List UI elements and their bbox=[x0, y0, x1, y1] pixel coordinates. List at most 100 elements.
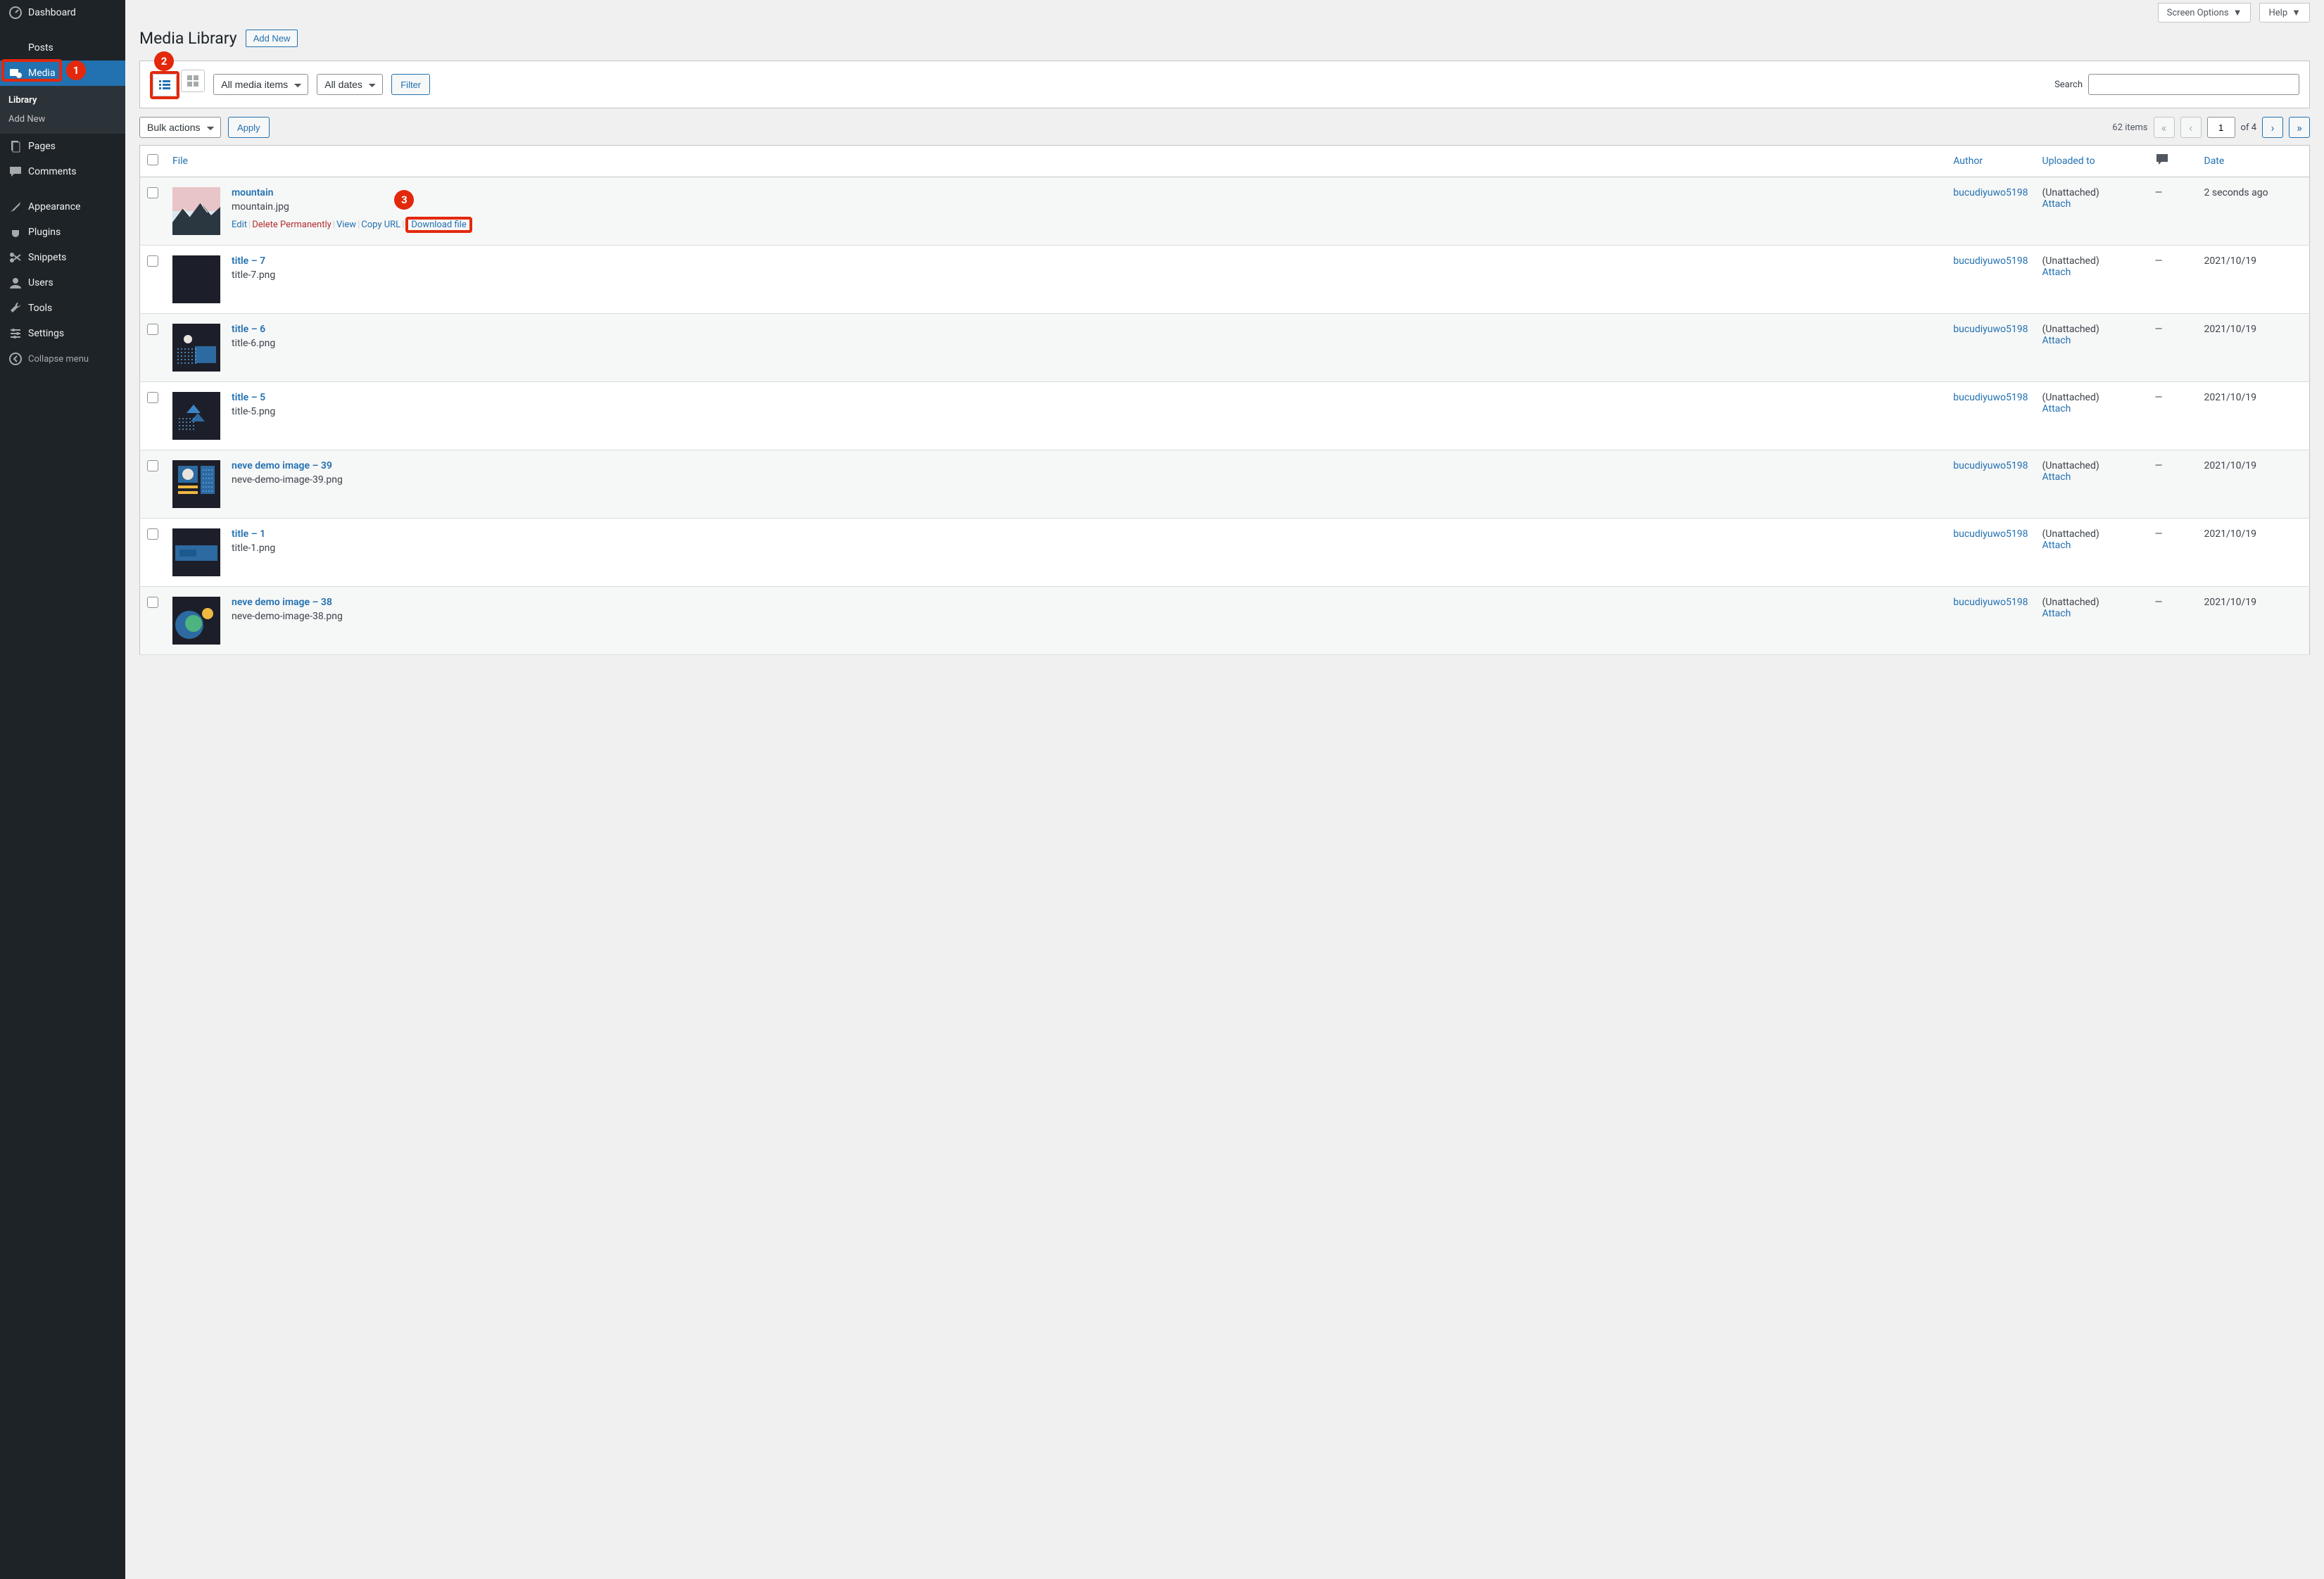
media-type-filter[interactable]: All media items bbox=[213, 74, 308, 95]
thumbnail[interactable] bbox=[172, 597, 220, 645]
sidebar-sub-library[interactable]: Library bbox=[0, 91, 125, 110]
unattached-label: (Unattached) bbox=[2042, 392, 2141, 403]
screen-options-tab[interactable]: Screen Options▼ bbox=[2158, 3, 2252, 23]
sidebar-label: Pages bbox=[28, 141, 56, 152]
collapse-icon bbox=[8, 352, 23, 366]
media-title-link[interactable]: neve demo image – 38 bbox=[232, 597, 343, 608]
sidebar-item-appearance[interactable]: Appearance bbox=[0, 194, 125, 220]
thumbnail[interactable] bbox=[172, 324, 220, 372]
author-link[interactable]: bucudiyuwo5198 bbox=[1953, 597, 2028, 608]
sidebar-label: Plugins bbox=[28, 227, 61, 238]
sidebar-collapse[interactable]: Collapse menu bbox=[0, 346, 125, 372]
admin-sidebar: Dashboard Posts 1 Media Library Add New … bbox=[0, 0, 125, 1579]
sidebar-label: Comments bbox=[28, 166, 77, 177]
items-count: 62 items bbox=[2112, 122, 2147, 133]
copy-url-link[interactable]: Copy URL bbox=[361, 220, 400, 230]
delete-link[interactable]: Delete Permanently bbox=[252, 220, 331, 230]
row-checkbox[interactable] bbox=[147, 324, 158, 335]
sidebar-label: Posts bbox=[28, 42, 53, 53]
row-checkbox[interactable] bbox=[147, 255, 158, 267]
sidebar-item-settings[interactable]: Settings bbox=[0, 321, 125, 346]
page-input[interactable] bbox=[2207, 117, 2235, 138]
callout-2: 2 bbox=[154, 51, 174, 71]
thumbnail[interactable] bbox=[172, 187, 220, 235]
help-label: Help bbox=[2268, 8, 2287, 18]
col-comments[interactable] bbox=[2148, 146, 2197, 177]
search-label: Search bbox=[2054, 80, 2083, 90]
attach-link[interactable]: Attach bbox=[2042, 471, 2071, 483]
attach-link[interactable]: Attach bbox=[2042, 267, 2071, 278]
media-title-link[interactable]: mountain bbox=[232, 187, 472, 198]
sidebar-label: Users bbox=[28, 277, 53, 288]
sidebar-item-users[interactable]: Users bbox=[0, 270, 125, 296]
thumbnail[interactable] bbox=[172, 460, 220, 508]
author-link[interactable]: bucudiyuwo5198 bbox=[1953, 255, 2028, 267]
col-file[interactable]: File bbox=[165, 146, 1946, 177]
apply-button[interactable]: Apply bbox=[228, 117, 270, 138]
attach-link[interactable]: Attach bbox=[2042, 608, 2071, 619]
prev-page-button[interactable]: ‹ bbox=[2180, 117, 2202, 138]
row-checkbox[interactable] bbox=[147, 597, 158, 608]
filter-button[interactable]: Filter bbox=[391, 74, 430, 95]
plug-icon bbox=[8, 225, 23, 239]
sidebar-sub-addnew[interactable]: Add New bbox=[0, 110, 125, 129]
help-tab[interactable]: Help▼ bbox=[2259, 3, 2310, 23]
chevron-down-icon: ▼ bbox=[2233, 7, 2242, 18]
media-title-link[interactable]: title – 6 bbox=[232, 324, 275, 335]
date-text: 2021/10/19 bbox=[2204, 255, 2257, 267]
author-link[interactable]: bucudiyuwo5198 bbox=[1953, 460, 2028, 471]
author-link[interactable]: bucudiyuwo5198 bbox=[1953, 187, 2028, 198]
bulk-actions-select[interactable]: Bulk actions bbox=[139, 117, 221, 138]
sidebar-item-dashboard[interactable]: Dashboard bbox=[0, 0, 125, 25]
grid-view-button[interactable] bbox=[182, 70, 204, 91]
media-title-link[interactable]: title – 7 bbox=[232, 255, 275, 267]
select-all-checkbox[interactable] bbox=[147, 154, 158, 165]
user-icon bbox=[8, 276, 23, 290]
table-row: title – 5title-5.pngbucudiyuwo5198(Unatt… bbox=[140, 382, 2310, 450]
filter-bar: 2 All media items All dates Filter Searc… bbox=[139, 61, 2310, 108]
last-page-button[interactable]: » bbox=[2289, 117, 2310, 138]
row-checkbox[interactable] bbox=[147, 187, 158, 198]
search-input[interactable] bbox=[2088, 74, 2299, 95]
attach-link[interactable]: Attach bbox=[2042, 335, 2071, 346]
add-new-button[interactable]: Add New bbox=[246, 30, 298, 47]
list-view-button[interactable] bbox=[153, 75, 176, 96]
sliders-icon bbox=[8, 326, 23, 341]
view-link[interactable]: View bbox=[336, 220, 356, 230]
thumbnail[interactable] bbox=[172, 528, 220, 576]
scissors-icon bbox=[8, 251, 23, 265]
attach-link[interactable]: Attach bbox=[2042, 198, 2071, 210]
sidebar-item-pages[interactable]: Pages bbox=[0, 134, 125, 159]
author-link[interactable]: bucudiyuwo5198 bbox=[1953, 324, 2028, 335]
download-link[interactable]: Download file bbox=[411, 220, 466, 230]
sidebar-item-media[interactable]: Media bbox=[0, 61, 125, 86]
wrench-icon bbox=[8, 301, 23, 315]
sidebar-item-snippets[interactable]: Snippets bbox=[0, 245, 125, 270]
row-checkbox[interactable] bbox=[147, 460, 158, 471]
col-date[interactable]: Date bbox=[2197, 146, 2310, 177]
author-link[interactable]: bucudiyuwo5198 bbox=[1953, 392, 2028, 403]
author-link[interactable]: bucudiyuwo5198 bbox=[1953, 528, 2028, 540]
thumbnail[interactable] bbox=[172, 255, 220, 303]
sidebar-item-plugins[interactable]: Plugins bbox=[0, 220, 125, 245]
attach-link[interactable]: Attach bbox=[2042, 540, 2071, 551]
sidebar-item-posts[interactable]: Posts bbox=[0, 35, 125, 61]
next-page-button[interactable]: › bbox=[2262, 117, 2283, 138]
edit-link[interactable]: Edit bbox=[232, 220, 247, 230]
table-row: neve demo image – 38neve-demo-image-38.p… bbox=[140, 587, 2310, 655]
media-title-link[interactable]: title – 1 bbox=[232, 528, 275, 540]
thumbnail[interactable] bbox=[172, 392, 220, 440]
date-filter[interactable]: All dates bbox=[317, 74, 383, 95]
first-page-button[interactable]: « bbox=[2154, 117, 2175, 138]
col-uploaded[interactable]: Uploaded to bbox=[2035, 146, 2148, 177]
table-row: title – 1title-1.pngbucudiyuwo5198(Unatt… bbox=[140, 519, 2310, 587]
row-checkbox[interactable] bbox=[147, 392, 158, 403]
attach-link[interactable]: Attach bbox=[2042, 403, 2071, 414]
media-title-link[interactable]: neve demo image – 39 bbox=[232, 460, 343, 471]
sidebar-item-tools[interactable]: Tools bbox=[0, 296, 125, 321]
media-title-link[interactable]: title – 5 bbox=[232, 392, 275, 403]
sidebar-item-comments[interactable]: Comments bbox=[0, 159, 125, 184]
row-checkbox[interactable] bbox=[147, 528, 158, 540]
date-text: 2021/10/19 bbox=[2204, 392, 2257, 403]
col-author[interactable]: Author bbox=[1946, 146, 2035, 177]
